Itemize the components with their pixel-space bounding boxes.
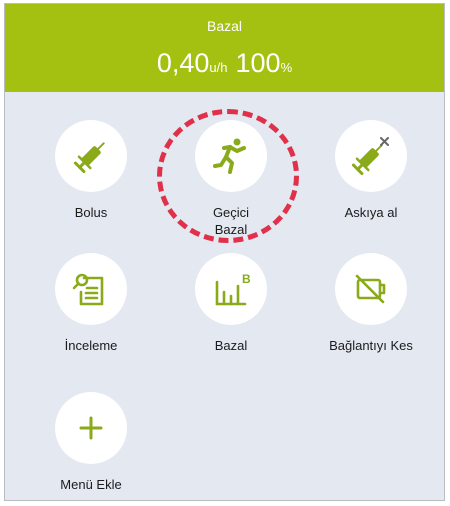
tile-temp-basal[interactable]: Geçici Bazal [161, 120, 301, 238]
pump-home-screen: Bazal 0,40u/h 100% Bolus Geçici Bazal As… [4, 3, 445, 501]
syringe-icon [73, 142, 105, 174]
disconnect-button[interactable] [335, 253, 407, 325]
plus-icon [79, 416, 103, 440]
bolus-button[interactable] [55, 120, 127, 192]
suspend-button[interactable] [335, 120, 407, 192]
document-search-icon [72, 273, 104, 306]
percent-unit: % [280, 60, 293, 75]
temp-basal-button[interactable] [195, 120, 267, 192]
disconnect-icon [355, 274, 386, 304]
syringe-cross-icon [351, 137, 389, 176]
percent-value: 100 [235, 48, 281, 78]
tile-suspend[interactable]: Askıya al [301, 120, 441, 221]
basal-rate-display: 0,40u/h 100% [5, 48, 444, 79]
running-person-icon [213, 138, 246, 174]
tile-review[interactable]: İnceleme [21, 253, 161, 354]
tile-label-add-menu: Menü Ekle [60, 477, 122, 492]
basal-chart-icon: B [215, 272, 251, 306]
review-button[interactable] [55, 253, 127, 325]
rate-unit: u/h [209, 60, 228, 75]
tile-label-suspend: Askıya al [344, 205, 398, 220]
tile-label-bolus: Bolus [74, 205, 108, 220]
basal-header: Bazal 0,40u/h 100% [5, 4, 444, 92]
tile-label-review: İnceleme [64, 338, 118, 353]
tile-add-menu[interactable]: Menü Ekle [21, 392, 161, 493]
rate-value: 0,40 [156, 48, 210, 78]
tile-label-temp-basal: Geçici Bazal [212, 205, 250, 237]
tile-bolus[interactable]: Bolus [21, 120, 161, 221]
tile-basal[interactable]: B Bazal [161, 253, 301, 354]
add-menu-button[interactable] [55, 392, 127, 464]
tile-disconnect[interactable]: Bağlantıyı Kes [301, 253, 441, 354]
header-title: Bazal [206, 18, 243, 34]
basal-button[interactable]: B [195, 253, 267, 325]
tile-label-disconnect: Bağlantıyı Kes [329, 338, 413, 353]
svg-text:B: B [242, 272, 251, 286]
tile-label-basal: Bazal [214, 338, 248, 353]
